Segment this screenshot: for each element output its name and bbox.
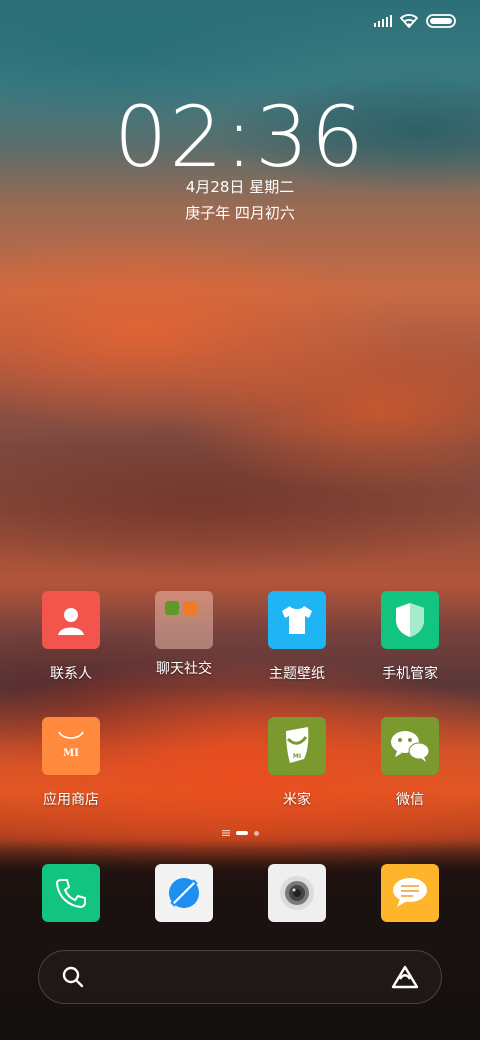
- signal-icon: [374, 15, 392, 27]
- search-bar[interactable]: [38, 950, 442, 1004]
- store-badge-text: MI: [63, 748, 79, 759]
- page-dot-active: [235, 831, 248, 835]
- assistant-icon[interactable]: [391, 965, 419, 989]
- contacts-icon: [42, 591, 100, 649]
- status-bar: [374, 10, 456, 32]
- camera-icon: [268, 864, 326, 922]
- dock-camera[interactable]: [242, 864, 352, 922]
- app-mijia[interactable]: MI 米家: [242, 717, 352, 809]
- dock-phone[interactable]: [16, 864, 126, 922]
- wechat-icon: [381, 717, 439, 775]
- lock-clock: 02:36: [113, 88, 367, 186]
- security-shield-icon: [381, 591, 439, 649]
- mijia-badge-text: MI: [293, 753, 301, 760]
- app-label: 应用商店: [43, 792, 99, 808]
- app-themes[interactable]: 主题壁纸: [242, 591, 352, 683]
- lunar-date-text: 庚子年 四月初六: [185, 204, 295, 222]
- app-store-bag-icon: MI: [42, 717, 100, 775]
- date-text: 4月28日 星期二: [185, 178, 295, 196]
- folder-icon: [155, 591, 213, 649]
- wifi-icon: [400, 14, 418, 28]
- app-label: 主题壁纸: [269, 666, 325, 682]
- app-label: 米家: [283, 792, 311, 808]
- app-store[interactable]: MI 应用商店: [16, 717, 126, 809]
- app-label: 手机管家: [382, 666, 438, 682]
- page-indicator[interactable]: [0, 830, 480, 836]
- app-contacts[interactable]: 联系人: [16, 591, 126, 683]
- phone-icon: [42, 864, 100, 922]
- app-security[interactable]: 手机管家: [355, 591, 465, 683]
- app-wechat[interactable]: 微信: [355, 717, 465, 809]
- mijia-icon: MI: [268, 717, 326, 775]
- page-list-icon: [221, 830, 230, 836]
- app-label: 聊天社交: [156, 661, 212, 677]
- theme-tshirt-icon: [268, 591, 326, 649]
- dock-browser[interactable]: [129, 864, 239, 922]
- app-folder-chat[interactable]: 聊天社交: [129, 591, 239, 678]
- battery-icon: [426, 14, 456, 28]
- browser-icon: [155, 864, 213, 922]
- messages-icon: [381, 864, 439, 922]
- page-dot: [253, 830, 259, 836]
- app-label: 联系人: [50, 666, 92, 682]
- app-label: 微信: [396, 792, 424, 808]
- search-icon: [62, 966, 84, 988]
- dock-messages[interactable]: [355, 864, 465, 922]
